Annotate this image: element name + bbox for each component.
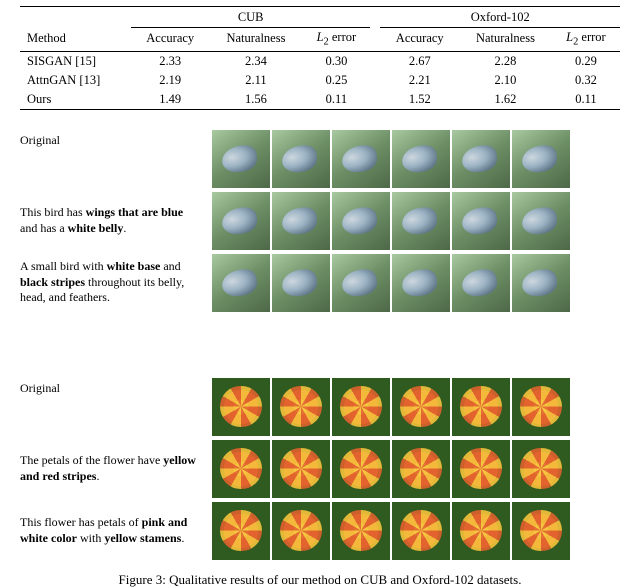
bird-thumbnail — [212, 254, 270, 312]
row-label-original-birds: Original — [20, 130, 210, 188]
flower-thumbnail — [272, 440, 330, 498]
flower-thumbnail — [392, 440, 450, 498]
qualitative-figure: Original This bird has wings that are bl… — [20, 130, 620, 560]
row-label-yellow-red: The petals of the flower have yellow and… — [20, 440, 210, 498]
method-cell: SISGAN [15] — [20, 51, 131, 71]
col-accuracy-cub: Accuracy — [131, 28, 210, 52]
results-table: CUB Oxford-102 Method Accuracy Naturalne… — [20, 6, 620, 110]
bird-thumbnail — [392, 192, 450, 250]
flower-thumbnail — [392, 378, 450, 436]
bird-thumbnail — [332, 130, 390, 188]
bird-thumbnail — [272, 192, 330, 250]
flower-thumbnail — [212, 502, 270, 560]
flower-thumbnail — [392, 502, 450, 560]
flower-thumbnail — [272, 502, 330, 560]
flower-thumbnail — [512, 502, 570, 560]
method-header: Method — [20, 28, 131, 52]
row-label-pink-white: This flower has petals of pink and white… — [20, 502, 210, 560]
dataset-header-oxford: Oxford-102 — [380, 7, 620, 28]
table-row: SISGAN [15] 2.33 2.34 0.30 2.67 2.28 0.2… — [20, 51, 620, 71]
section-gap — [20, 316, 570, 330]
flower-thumbnail — [332, 440, 390, 498]
flower-thumbnail — [452, 378, 510, 436]
flower-thumbnail — [212, 440, 270, 498]
col-naturalness-oxford: Naturalness — [459, 28, 552, 52]
bird-thumbnail — [512, 130, 570, 188]
bird-thumbnail — [512, 192, 570, 250]
bird-thumbnail — [212, 192, 270, 250]
bird-thumbnail — [452, 130, 510, 188]
flower-thumbnail — [452, 440, 510, 498]
bird-thumbnail — [332, 192, 390, 250]
flower-thumbnail — [212, 378, 270, 436]
bird-thumbnail — [452, 254, 510, 312]
bird-thumbnail — [392, 130, 450, 188]
bird-thumbnail — [332, 254, 390, 312]
col-naturalness-cub: Naturalness — [210, 28, 303, 52]
flower-thumbnail — [332, 378, 390, 436]
bird-thumbnail — [272, 254, 330, 312]
figure-caption: Figure 3: Qualitative results of our met… — [20, 572, 620, 588]
table-row: AttnGAN [13] 2.19 2.11 0.25 2.21 2.10 0.… — [20, 71, 620, 90]
dataset-header-cub: CUB — [131, 7, 371, 28]
flower-thumbnail — [512, 440, 570, 498]
bird-thumbnail — [272, 130, 330, 188]
row-label-blue-wings: This bird has wings that are blue and ha… — [20, 192, 210, 250]
method-cell: Ours — [20, 90, 131, 110]
method-cell: AttnGAN [13] — [20, 71, 131, 90]
col-l2-cub: L2 error — [302, 28, 370, 52]
col-l2-oxford: L2 error — [552, 28, 620, 52]
col-accuracy-oxford: Accuracy — [380, 28, 459, 52]
bird-thumbnail — [452, 192, 510, 250]
row-label-original-flowers: Original — [20, 378, 210, 436]
table-row: Ours 1.49 1.56 0.11 1.52 1.62 0.11 — [20, 90, 620, 110]
bird-thumbnail — [512, 254, 570, 312]
bird-thumbnail — [212, 130, 270, 188]
flower-thumbnail — [512, 378, 570, 436]
row-label-white-base: A small bird with white base and black s… — [20, 254, 210, 312]
flower-thumbnail — [452, 502, 510, 560]
flower-thumbnail — [272, 378, 330, 436]
bird-thumbnail — [392, 254, 450, 312]
flower-thumbnail — [332, 502, 390, 560]
